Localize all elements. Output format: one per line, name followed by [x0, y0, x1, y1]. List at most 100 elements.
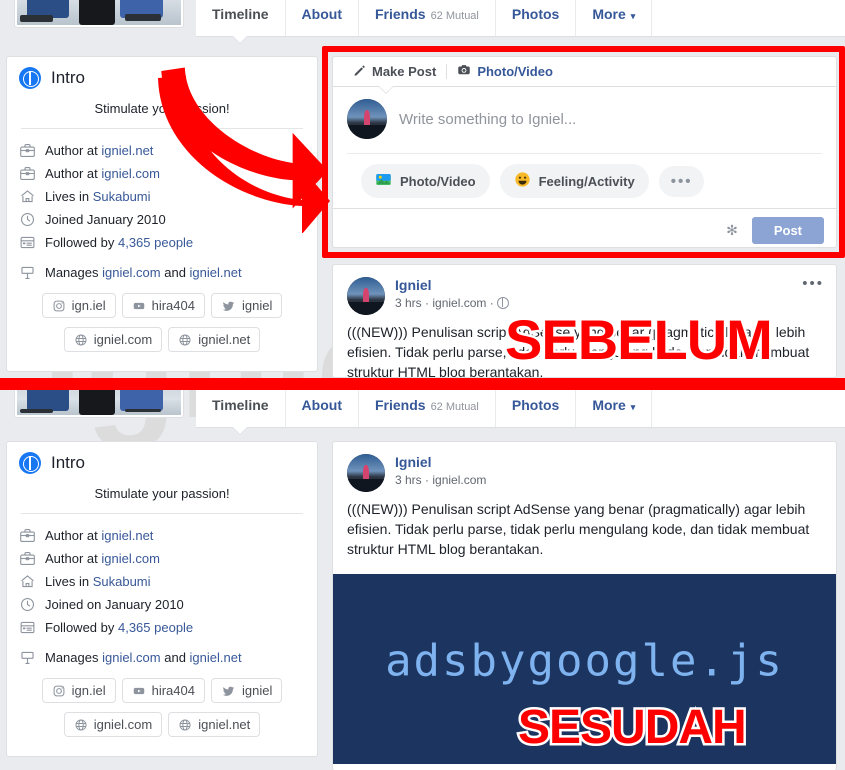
- intro-header: Intro: [19, 452, 305, 474]
- post-time[interactable]: 3 hrs: [395, 296, 422, 310]
- page-icon: [19, 264, 36, 281]
- post-time[interactable]: 3 hrs: [395, 473, 422, 487]
- intro-link[interactable]: igniel.com: [102, 265, 161, 280]
- tab-about-label: About: [301, 6, 342, 22]
- briefcase-icon: [19, 527, 36, 544]
- chip-instagram[interactable]: ign.iel: [41, 293, 116, 318]
- globe-icon: [74, 333, 88, 347]
- composer-footer: ✻ Post: [333, 208, 836, 252]
- chip-website-net[interactable]: igniel.net: [168, 712, 261, 737]
- tab-photos-label: Photos: [511, 6, 560, 22]
- twitter-icon: [221, 684, 236, 698]
- avatar[interactable]: [347, 277, 385, 315]
- composer-feeling-label: Feeling/Activity: [538, 173, 635, 189]
- intro-row-author-net: Author at igniel.net: [19, 524, 305, 547]
- cover-photo-image: [17, 0, 181, 25]
- intro-text: Joined on January 2010: [45, 597, 184, 612]
- intro-bio: Stimulate your passion!: [94, 101, 230, 116]
- post-source[interactable]: igniel.com: [432, 296, 486, 310]
- clock-icon: [19, 596, 36, 613]
- composer-tabs: Make Post Photo/Video: [333, 57, 836, 87]
- intro-row-author-com: Author at igniel.com: [19, 547, 305, 570]
- intro-link[interactable]: Sukabumi: [93, 574, 151, 589]
- composer-input-row[interactable]: Write something to Igniel...: [333, 87, 836, 153]
- intro-link[interactable]: Sukabumi: [93, 189, 151, 204]
- gear-icon[interactable]: ✻: [726, 222, 738, 239]
- composer-tab-photo-video[interactable]: Photo/Video: [447, 63, 563, 80]
- intro-row-joined: Joined on January 2010: [19, 593, 305, 616]
- chip-label: ign.iel: [71, 683, 106, 698]
- tab-friends[interactable]: Friends 62 Mutual: [359, 0, 496, 36]
- intro-text: Lives in: [45, 189, 93, 204]
- chevron-down-icon: ▾: [630, 11, 636, 21]
- post-button[interactable]: Post: [751, 217, 824, 244]
- post-header: Igniel 3 hrs · igniel.com: [333, 442, 836, 496]
- briefcase-icon: [19, 165, 36, 182]
- chip-website-com[interactable]: igniel.com: [63, 327, 163, 352]
- chip-label: igniel.com: [93, 332, 153, 347]
- intro-row-joined: Joined January 2010: [19, 208, 305, 231]
- globe-icon: [178, 718, 192, 732]
- chip-youtube[interactable]: hira404: [121, 678, 205, 703]
- post-menu-button[interactable]: •••: [802, 275, 824, 292]
- post-author[interactable]: Igniel: [395, 277, 509, 295]
- tab-timeline[interactable]: Timeline: [196, 0, 286, 36]
- chip-label: hira404: [151, 683, 195, 698]
- chip-twitter[interactable]: igniel: [210, 293, 283, 318]
- composer-feeling-button[interactable]: Feeling/Activity: [499, 164, 649, 198]
- profile-tabbar: Timeline About Friends 62 Mutual Photos …: [196, 383, 845, 428]
- intro-link[interactable]: igniel.com: [101, 551, 160, 566]
- post-meta: 3 hrs · igniel.com: [395, 472, 487, 487]
- composer-tab-make-post[interactable]: Make Post: [343, 64, 446, 80]
- label-sebelum: SEBELUM: [503, 306, 776, 374]
- label-sesudah: SESUDAH: [516, 699, 750, 757]
- youtube-icon: [132, 299, 146, 313]
- intro-text: and: [160, 650, 190, 665]
- chip-website-com[interactable]: igniel.com: [63, 712, 163, 737]
- composer-placeholder: Write something to Igniel...: [399, 110, 577, 128]
- intro-link[interactable]: igniel.net: [190, 650, 242, 665]
- post-author[interactable]: Igniel: [395, 454, 486, 472]
- intro-text: Followed by: [45, 235, 118, 250]
- social-chip-row-2: igniel.com igniel.net: [19, 703, 305, 737]
- post-meta: 3 hrs · igniel.com ·: [395, 295, 510, 311]
- composer-tab-photo-video-label: Photo/Video: [477, 64, 553, 79]
- post-source[interactable]: igniel.com: [432, 473, 486, 487]
- social-chip-row-1: ign.iel hira404 igniel: [19, 669, 305, 703]
- screenshot-root: igniel.com Timeline About Friends 62 Mut…: [0, 0, 845, 770]
- briefcase-icon: [19, 142, 36, 159]
- chip-website-net[interactable]: igniel.net: [168, 327, 261, 352]
- chip-twitter[interactable]: igniel: [210, 678, 283, 703]
- tab-about[interactable]: About: [286, 0, 359, 36]
- post-composer: Make Post Photo/Video Write something to…: [332, 56, 837, 248]
- cover-photo-thumbnail[interactable]: [14, 0, 184, 28]
- youtube-icon: [132, 684, 146, 698]
- intro-text: Joined January 2010: [45, 212, 166, 227]
- composer-photo-video-button[interactable]: Photo/Video: [361, 164, 490, 198]
- intro-link[interactable]: igniel.com: [101, 166, 160, 181]
- intro-card-after: Intro Stimulate your passion! Author at …: [6, 441, 318, 757]
- clock-icon: [19, 211, 36, 228]
- composer-more-button[interactable]: •••: [658, 165, 705, 197]
- avatar[interactable]: [347, 454, 385, 492]
- profile-tabbar: Timeline About Friends 62 Mutual Photos …: [196, 0, 845, 37]
- intro-link[interactable]: 4,365 people: [118, 235, 193, 250]
- intro-link[interactable]: igniel.net: [190, 265, 242, 280]
- intro-text: and: [160, 265, 190, 280]
- chip-instagram[interactable]: ign.iel: [41, 678, 116, 703]
- instagram-icon: [52, 299, 66, 313]
- intro-row-author-net: Author at igniel.net: [19, 139, 305, 162]
- globe-icon: [19, 67, 41, 89]
- chip-label: ign.iel: [71, 298, 106, 313]
- chip-label: igniel.net: [198, 717, 251, 732]
- tab-photos[interactable]: Photos: [496, 0, 577, 36]
- intro-header: Intro: [19, 67, 305, 89]
- intro-link[interactable]: igniel.net: [101, 528, 153, 543]
- intro-link[interactable]: igniel.net: [101, 143, 153, 158]
- intro-link[interactable]: 4,365 people: [118, 620, 193, 635]
- intro-row-lives: Lives in Sukabumi: [19, 185, 305, 208]
- tab-more[interactable]: More ▾: [576, 0, 653, 36]
- chip-youtube[interactable]: hira404: [121, 293, 205, 318]
- intro-card-before: Intro Stimulate your passion! Author at …: [6, 56, 318, 372]
- intro-link[interactable]: igniel.com: [102, 650, 161, 665]
